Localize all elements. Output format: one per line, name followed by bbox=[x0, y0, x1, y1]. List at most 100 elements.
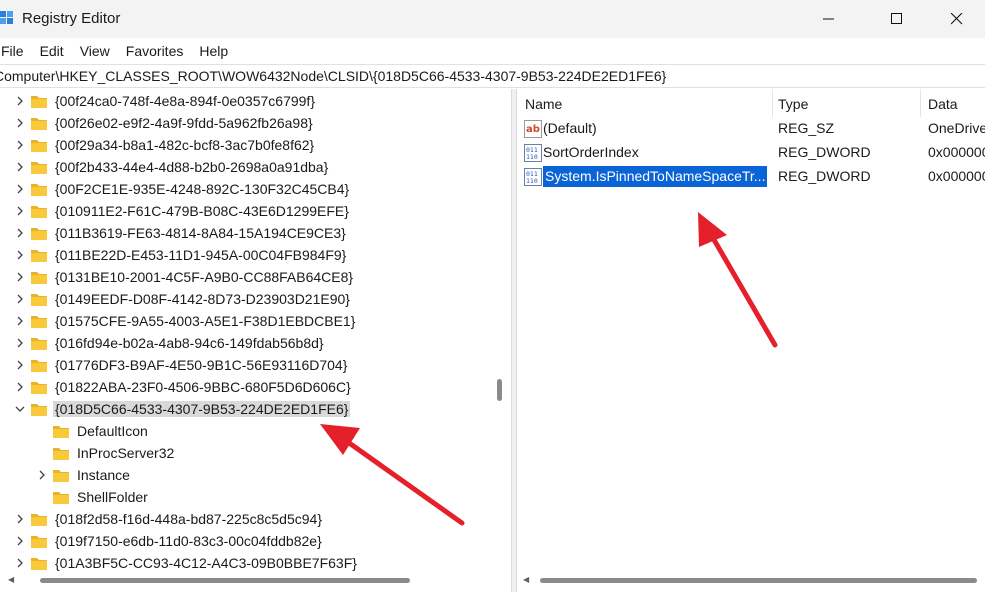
chevron-right-icon[interactable] bbox=[14, 535, 26, 547]
address-bar[interactable]: Computer\HKEY_CLASSES_ROOT\WOW6432Node\C… bbox=[0, 64, 985, 88]
menu-favorites[interactable]: Favorites bbox=[118, 43, 192, 59]
tree-item[interactable]: {016fd94e-b02a-4ab8-94c6-149fdab56b8d} bbox=[0, 333, 490, 355]
chevron-right-icon[interactable] bbox=[36, 469, 48, 481]
tree-item[interactable]: {01A3BF5C-CC93-4C12-A4C3-09B0BBE7F63F} bbox=[0, 553, 490, 575]
tree-item-label[interactable]: {00F2CE1E-935E-4248-892C-130F32C45CB4} bbox=[53, 181, 351, 197]
list-horizontal-scrollbar[interactable] bbox=[540, 578, 977, 583]
value-name[interactable]: System.IsPinnedToNameSpaceTr... bbox=[543, 166, 768, 187]
tree-item[interactable]: {011BE22D-E453-11D1-945A-00C04FB984F9} bbox=[0, 245, 490, 267]
column-header-name[interactable]: Name bbox=[517, 89, 773, 117]
tree-item-label[interactable]: {018D5C66-4533-4307-9B53-224DE2ED1FE6} bbox=[53, 401, 351, 417]
value-type: REG_DWORD bbox=[778, 144, 871, 160]
tree-item[interactable]: {01776DF3-B9AF-4E50-9B1C-56E93116D704} bbox=[0, 355, 490, 377]
tree-item[interactable]: {0131BE10-2001-4C5F-A9B0-CC88FAB64CE8} bbox=[0, 267, 490, 289]
column-header-type[interactable]: Type bbox=[773, 89, 921, 117]
tree-item-label[interactable]: Instance bbox=[75, 467, 132, 483]
chevron-right-icon[interactable] bbox=[14, 161, 26, 173]
tree-item-label[interactable]: {0131BE10-2001-4C5F-A9B0-CC88FAB64CE8} bbox=[53, 269, 355, 285]
tree-item-label[interactable]: {00f26e02-e9f2-4a9f-9fdd-5a962fb26a98} bbox=[53, 115, 315, 131]
minimize-button[interactable] bbox=[806, 0, 852, 38]
folder-icon bbox=[31, 338, 47, 350]
value-name[interactable]: SortOrderIndex bbox=[543, 144, 639, 160]
menu-bar: File Edit View Favorites Help bbox=[0, 38, 985, 64]
scroll-left-arrow-icon[interactable]: ◀ bbox=[8, 575, 14, 584]
menu-help[interactable]: Help bbox=[191, 43, 236, 59]
tree-item[interactable]: {018D5C66-4533-4307-9B53-224DE2ED1FE6} bbox=[0, 399, 490, 421]
address-path[interactable]: Computer\HKEY_CLASSES_ROOT\WOW6432Node\C… bbox=[0, 68, 666, 84]
folder-icon bbox=[31, 206, 47, 218]
close-icon bbox=[951, 13, 963, 25]
chevron-right-icon[interactable] bbox=[14, 117, 26, 129]
value-name[interactable]: (Default) bbox=[543, 120, 597, 136]
chevron-right-icon[interactable] bbox=[14, 315, 26, 327]
tree-item-label[interactable]: {016fd94e-b02a-4ab8-94c6-149fdab56b8d} bbox=[53, 335, 326, 351]
chevron-right-icon[interactable] bbox=[14, 205, 26, 217]
chevron-right-icon[interactable] bbox=[14, 337, 26, 349]
tree-item[interactable]: {011B3619-FE63-4814-8A84-15A194CE9CE3} bbox=[0, 223, 490, 245]
tree-item-label[interactable]: {018f2d58-f16d-448a-bd87-225c8c5d5c94} bbox=[53, 511, 324, 527]
value-list-pane[interactable]: Name Type Data ◀ ab (Default) REG_SZ OneDri… bbox=[517, 89, 985, 592]
tree-item[interactable]: {00f29a34-b8a1-482c-bcf8-3ac7b0fe8f62} bbox=[0, 135, 490, 157]
tree-item[interactable]: ShellFolder bbox=[0, 487, 490, 509]
scroll-left-arrow-icon[interactable]: ◀ bbox=[523, 575, 529, 584]
tree-item[interactable]: Instance bbox=[0, 465, 490, 487]
tree-item-label[interactable]: InProcServer32 bbox=[75, 445, 176, 461]
tree-item[interactable]: {00f26e02-e9f2-4a9f-9fdd-5a962fb26a98} bbox=[0, 113, 490, 135]
value-row[interactable]: ab (Default) REG_SZ OneDrive bbox=[517, 117, 985, 141]
maximize-button[interactable] bbox=[874, 0, 920, 38]
tree-item-label[interactable]: {00f29a34-b8a1-482c-bcf8-3ac7b0fe8f62} bbox=[53, 137, 316, 153]
tree-item[interactable]: {01822ABA-23F0-4506-9BBC-680F5D6D606C} bbox=[0, 377, 490, 399]
chevron-right-icon[interactable] bbox=[14, 271, 26, 283]
tree-item-label[interactable]: {01776DF3-B9AF-4E50-9B1C-56E93116D704} bbox=[53, 357, 349, 373]
chevron-right-icon[interactable] bbox=[14, 95, 26, 107]
column-header-data[interactable]: Data bbox=[921, 89, 985, 117]
key-tree-pane[interactable]: ◀ {00f24ca0-748f-4e8a-894f-0e0357c6799f}… bbox=[0, 89, 511, 592]
chevron-right-icon[interactable] bbox=[14, 227, 26, 239]
tree-item-label[interactable]: {01822ABA-23F0-4506-9BBC-680F5D6D606C} bbox=[53, 379, 353, 395]
chevron-right-icon[interactable] bbox=[14, 557, 26, 569]
folder-icon bbox=[31, 382, 47, 394]
tree-item[interactable]: {019f7150-e6db-11d0-83c3-00c04fddb82e} bbox=[0, 531, 490, 553]
tree-item[interactable]: {00F2CE1E-935E-4248-892C-130F32C45CB4} bbox=[0, 179, 490, 201]
tree-item-label[interactable]: ShellFolder bbox=[75, 489, 150, 505]
tree-item[interactable]: {018f2d58-f16d-448a-bd87-225c8c5d5c94} bbox=[0, 509, 490, 531]
svg-text:ab: ab bbox=[526, 124, 540, 135]
chevron-right-icon[interactable] bbox=[14, 381, 26, 393]
chevron-right-icon[interactable] bbox=[14, 183, 26, 195]
tree-item-label[interactable]: {011BE22D-E453-11D1-945A-00C04FB984F9} bbox=[53, 247, 348, 263]
tree-item-label[interactable]: {0149EEDF-D08F-4142-8D73-D23903D21E90} bbox=[53, 291, 352, 307]
tree-item-label[interactable]: {019f7150-e6db-11d0-83c3-00c04fddb82e} bbox=[53, 533, 324, 549]
tree-item[interactable]: {00f24ca0-748f-4e8a-894f-0e0357c6799f} bbox=[0, 91, 490, 113]
value-row[interactable]: 011 110 System.IsPinnedToNameSpaceTr... REG… bbox=[517, 165, 985, 189]
chevron-right-icon[interactable] bbox=[14, 249, 26, 261]
tree-item-label[interactable]: {010911E2-F61C-479B-B08C-43E6D1299EFE} bbox=[53, 203, 351, 219]
tree-item-label[interactable]: {01A3BF5C-CC93-4C12-A4C3-09B0BBE7F63F} bbox=[53, 555, 359, 571]
tree-item-label[interactable]: {00f24ca0-748f-4e8a-894f-0e0357c6799f} bbox=[53, 93, 317, 109]
value-data: OneDrive bbox=[928, 120, 985, 136]
tree-vertical-scrollbar[interactable] bbox=[497, 379, 502, 401]
tree-item[interactable]: InProcServer32 bbox=[0, 443, 490, 465]
chevron-right-icon[interactable] bbox=[14, 513, 26, 525]
chevron-down-icon[interactable] bbox=[14, 403, 26, 415]
menu-file[interactable]: File bbox=[0, 43, 32, 59]
tree-item-label[interactable]: {01575CFE-9A55-4003-A5E1-F38D1EBDCBE1} bbox=[53, 313, 357, 329]
tree-item-label[interactable]: DefaultIcon bbox=[75, 423, 150, 439]
tree-item[interactable]: {010911E2-F61C-479B-B08C-43E6D1299EFE} bbox=[0, 201, 490, 223]
tree-item-label[interactable]: {00f2b433-44e4-4d88-b2b0-2698a0a91dba} bbox=[53, 159, 330, 175]
menu-view[interactable]: View bbox=[72, 43, 118, 59]
close-button[interactable] bbox=[934, 0, 980, 38]
folder-icon bbox=[31, 404, 47, 416]
tree-horizontal-scrollbar[interactable] bbox=[40, 578, 410, 583]
tree-item[interactable]: {0149EEDF-D08F-4142-8D73-D23903D21E90} bbox=[0, 289, 490, 311]
tree-item-label[interactable]: {011B3619-FE63-4814-8A84-15A194CE9CE3} bbox=[53, 225, 348, 241]
value-type: REG_SZ bbox=[778, 120, 835, 136]
value-row[interactable]: 011 110 SortOrderIndex REG_DWORD 0x000000 bbox=[517, 141, 985, 165]
svg-text:110: 110 bbox=[526, 153, 538, 161]
chevron-right-icon[interactable] bbox=[14, 139, 26, 151]
menu-edit[interactable]: Edit bbox=[32, 43, 72, 59]
tree-item[interactable]: {01575CFE-9A55-4003-A5E1-F38D1EBDCBE1} bbox=[0, 311, 490, 333]
chevron-right-icon[interactable] bbox=[14, 293, 26, 305]
chevron-right-icon[interactable] bbox=[14, 359, 26, 371]
tree-item[interactable]: {00f2b433-44e4-4d88-b2b0-2698a0a91dba} bbox=[0, 157, 490, 179]
tree-item[interactable]: DefaultIcon bbox=[0, 421, 490, 443]
